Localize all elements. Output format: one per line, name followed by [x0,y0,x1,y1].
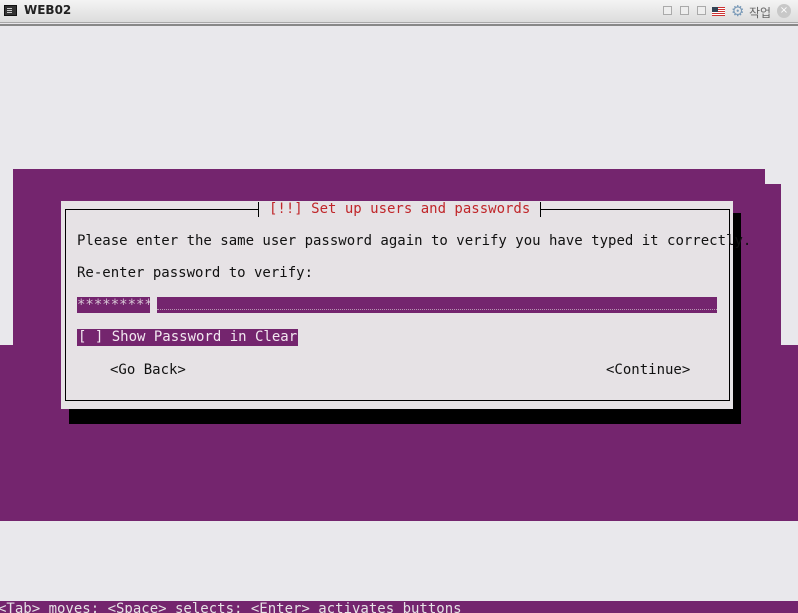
window-title: WEB02 [24,3,72,17]
gear-icon[interactable]: ⚙ [731,2,744,20]
input-underline [157,309,717,310]
dialog-instruction: Please enter the same user password agai… [77,233,752,249]
scale-mode-icon[interactable] [663,6,672,15]
installer-status-bar: <Tab> moves; <Space> selects; <Enter> ac… [0,601,798,613]
password-input[interactable]: ********* [77,297,717,313]
password-mask: ********* [77,297,153,313]
fullscreen-icon[interactable] [697,6,706,15]
installer-backdrop-edge [765,184,781,345]
window-titlebar[interactable]: WEB02 ⚙ 작업 × [0,0,798,23]
show-password-checkbox[interactable]: [ ] Show Password in Clear [77,329,299,346]
close-icon[interactable]: × [777,4,791,18]
terminal-icon [4,5,17,16]
screen-top-border [0,24,798,26]
text-cursor [150,297,157,313]
status-bar-text: <Tab> moves; <Space> selects; <Enter> ac… [0,601,462,613]
password-prompt-label: Re-enter password to verify: [77,265,314,281]
action-menu-label[interactable]: 작업 [749,4,771,21]
dialog-title: [!!] Set up users and passwords [258,201,542,218]
go-back-button[interactable]: <Go Back> [110,362,186,379]
seamless-mode-icon[interactable] [680,6,689,15]
continue-button[interactable]: <Continue> [606,362,690,379]
keyboard-layout-flag-icon[interactable] [712,7,725,16]
